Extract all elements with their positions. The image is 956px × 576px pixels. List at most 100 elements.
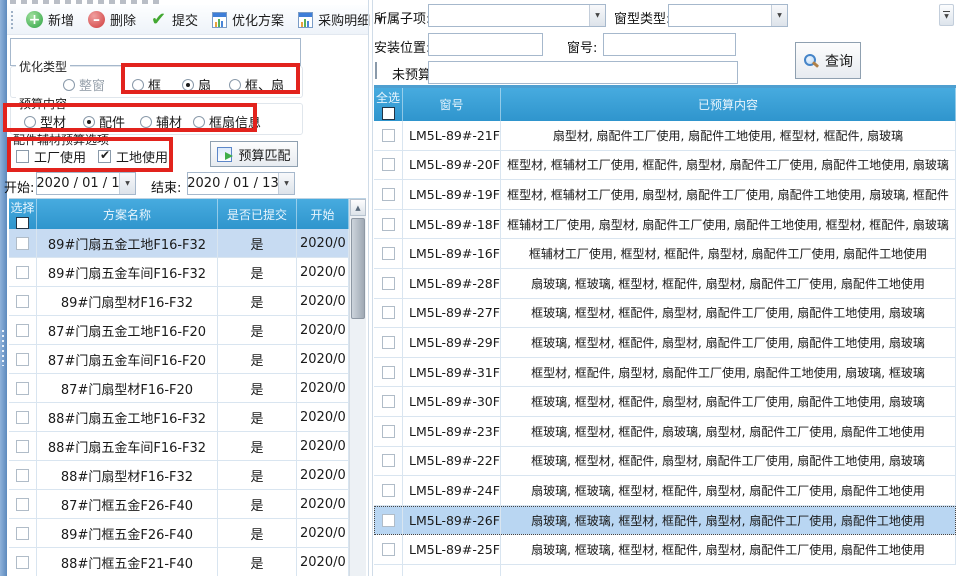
column-start-date[interactable]: 开始 xyxy=(297,199,349,229)
toolbar-button[interactable]: 优化方案 ▼ xyxy=(205,7,291,32)
row-checkbox[interactable] xyxy=(16,527,29,540)
table-row[interactable]: 87#门扇型材F16-F20 是 2020/0 xyxy=(9,374,349,403)
row-checkbox[interactable] xyxy=(16,266,29,279)
column-submitted[interactable]: 是否已提交 xyxy=(218,199,297,229)
row-checkbox[interactable] xyxy=(16,440,29,453)
table-row[interactable]: LM5L-89#-24F22 扇玻璃, 框玻璃, 框型材, 框配件, 扇型材, … xyxy=(374,476,956,506)
table-row[interactable]: 89#门框五金F26-F40 是 2020/0 xyxy=(9,519,349,548)
row-checkbox[interactable] xyxy=(16,382,29,395)
scroll-up-arrow[interactable]: ▲ xyxy=(350,199,366,216)
table-row[interactable]: LM5L-89#-23F21 框玻璃, 框型材, 框配件, 扇玻璃, 扇型材, … xyxy=(374,417,956,447)
column-select-all[interactable]: 全选 xyxy=(374,88,403,121)
table-row[interactable]: LM5L-89#-27F25 框玻璃, 框型材, 框配件, 扇型材, 扇配件工厂… xyxy=(374,299,956,329)
chevron-down-icon[interactable]: ▼ xyxy=(771,5,787,26)
toolbar-button[interactable]: 删除 ▼ xyxy=(81,7,143,32)
column-budgeted-content[interactable]: 已预算内容 xyxy=(501,88,956,121)
table-row[interactable]: LM5L-89#-22F20 框玻璃, 框型材, 框配件, 扇型材, 扇配件工厂… xyxy=(374,447,956,477)
table-row[interactable]: LM5L-89#-16F15 框辅材工厂使用, 框型材, 框配件, 扇型材, 扇… xyxy=(374,239,956,269)
usage-checkbox[interactable]: 工厂使用 xyxy=(16,147,86,166)
row-checkbox[interactable] xyxy=(382,188,395,201)
chevron-down-icon[interactable]: ▼ xyxy=(589,5,605,26)
window-no-input[interactable] xyxy=(603,33,736,56)
radio-icon[interactable] xyxy=(140,116,152,128)
table-row[interactable]: LM5L-89#-20F18 框型材, 框辅材工厂使用, 框配件, 扇型材, 扇… xyxy=(374,151,956,181)
column-plan-name[interactable]: 方案名称 xyxy=(37,199,218,229)
radio-icon[interactable] xyxy=(63,79,75,91)
table-row[interactable]: LM5L-89#-30F28 框玻璃, 框型材, 框配件, 扇型材, 扇配件工厂… xyxy=(374,387,956,417)
toolbar-button[interactable]: 新增 ▼ xyxy=(19,7,81,32)
table-row[interactable]: LM5L-89#-21F19 扇型材, 扇配件工厂使用, 扇配件工地使用, 框型… xyxy=(374,121,956,151)
select-all-checkbox[interactable] xyxy=(382,107,395,120)
toolbar-overflow-button[interactable]: ▼ xyxy=(939,4,954,26)
query-button[interactable]: 查询 xyxy=(795,42,861,79)
unbudgeted-checkbox[interactable] xyxy=(375,62,377,79)
radio-icon[interactable] xyxy=(193,116,205,128)
chevron-down-icon[interactable]: ▼ xyxy=(119,173,135,194)
table-row[interactable]: 88#门扇型材F16-F32 是 2020/0 xyxy=(9,461,349,490)
table-row[interactable]: LM5L-89#-31F29 框型材, 框配件, 扇型材, 扇配件工厂使用, 扇… xyxy=(374,358,956,388)
budget-content-option[interactable]: 框扇信息 xyxy=(193,112,261,131)
table-row[interactable]: 87#门扇五金车间F16-F20 是 2020/0 xyxy=(9,345,349,374)
table-row[interactable]: LM5L-89#-29F27 框玻璃, 框型材, 框配件, 扇型材, 扇配件工厂… xyxy=(374,328,956,358)
unbudgeted-input[interactable] xyxy=(428,61,738,84)
end-date-picker[interactable]: 2020 / 01 / 13 ▼ xyxy=(187,172,295,195)
row-checkbox[interactable] xyxy=(16,237,29,250)
row-checkbox[interactable] xyxy=(382,247,395,260)
optimize-type-option[interactable]: 扇 xyxy=(182,75,211,94)
radio-icon[interactable] xyxy=(182,79,194,91)
optimize-type-option[interactable]: 框 xyxy=(132,75,161,94)
table-row[interactable]: LM5L-89#-19F17 框型材, 框辅材工厂使用, 扇型材, 扇配件工厂使… xyxy=(374,180,956,210)
table-row[interactable]: 88#门框五金F21-F40 是 2020/0 xyxy=(9,548,349,576)
toolbar-grip[interactable] xyxy=(11,11,13,29)
scrollbar-thumb[interactable] xyxy=(351,218,365,319)
table-row[interactable]: 88#门扇五金工地F16-F32 是 2020/0 xyxy=(9,403,349,432)
table-row[interactable]: 89#门扇五金车间F16-F32 是 2020/0 xyxy=(9,258,349,287)
budget-content-option[interactable]: 辅材 xyxy=(140,112,182,131)
budget-content-option[interactable]: 配件 xyxy=(83,112,125,131)
table-row[interactable]: 89#门扇型材F16-F32 是 2020/0 xyxy=(9,287,349,316)
toolbar-button[interactable]: 提交 ▼ xyxy=(143,7,205,32)
table-row[interactable]: LM5L-89#-26F24 扇玻璃, 框玻璃, 框型材, 框配件, 扇型材, … xyxy=(374,506,956,536)
row-checkbox[interactable] xyxy=(16,411,29,424)
budget-match-button[interactable]: 预算匹配 xyxy=(210,141,298,167)
row-checkbox[interactable] xyxy=(382,366,395,379)
table-row[interactable]: 88#门扇五金车间F16-F32 是 2020/0 xyxy=(9,432,349,461)
row-checkbox[interactable] xyxy=(382,158,395,171)
table-row[interactable]: LM5L-89#-28F26 扇玻璃, 框玻璃, 框型材, 框配件, 扇型材, … xyxy=(374,269,956,299)
row-checkbox[interactable] xyxy=(382,543,395,556)
install-position-input[interactable] xyxy=(428,33,543,56)
row-checkbox[interactable] xyxy=(382,336,395,349)
row-checkbox[interactable] xyxy=(16,324,29,337)
row-checkbox[interactable] xyxy=(16,353,29,366)
row-checkbox[interactable] xyxy=(382,514,395,527)
checkbox-icon[interactable] xyxy=(98,150,111,163)
chevron-down-icon[interactable]: ▼ xyxy=(278,173,294,194)
row-checkbox[interactable] xyxy=(382,277,395,290)
row-checkbox[interactable] xyxy=(16,469,29,482)
row-checkbox[interactable] xyxy=(382,218,395,231)
row-checkbox[interactable] xyxy=(382,395,395,408)
row-checkbox[interactable] xyxy=(382,129,395,142)
docked-panel-strip[interactable] xyxy=(0,0,7,576)
radio-icon[interactable] xyxy=(24,116,36,128)
radio-icon[interactable] xyxy=(229,79,241,91)
row-checkbox[interactable] xyxy=(382,306,395,319)
row-checkbox[interactable] xyxy=(382,484,395,497)
table-row[interactable]: 87#门框五金F26-F40 是 2020/0 xyxy=(9,490,349,519)
checkbox-icon[interactable] xyxy=(16,150,29,163)
table-row[interactable]: LM5L-89#-18F16 框辅材工厂使用, 扇型材, 扇配件工厂使用, 扇配… xyxy=(374,210,956,240)
optimize-type-option[interactable]: 整窗 xyxy=(63,75,105,94)
row-checkbox[interactable] xyxy=(16,295,29,308)
row-checkbox[interactable] xyxy=(382,454,395,467)
column-window-no[interactable]: 窗号 xyxy=(403,88,501,121)
table-row[interactable]: 89#门扇五金工地F16-F32 是 2020/0 xyxy=(9,229,349,258)
budget-content-option[interactable]: 型材 xyxy=(24,112,66,131)
vertical-scrollbar[interactable]: ▲ xyxy=(349,199,366,576)
optimize-type-option[interactable]: 框、扇 xyxy=(229,75,284,94)
row-checkbox[interactable] xyxy=(16,498,29,511)
panel-splitter[interactable] xyxy=(368,0,369,576)
row-checkbox[interactable] xyxy=(382,425,395,438)
row-checkbox[interactable] xyxy=(16,556,29,569)
radio-icon[interactable] xyxy=(132,79,144,91)
usage-checkbox[interactable]: 工地使用 xyxy=(98,147,168,166)
